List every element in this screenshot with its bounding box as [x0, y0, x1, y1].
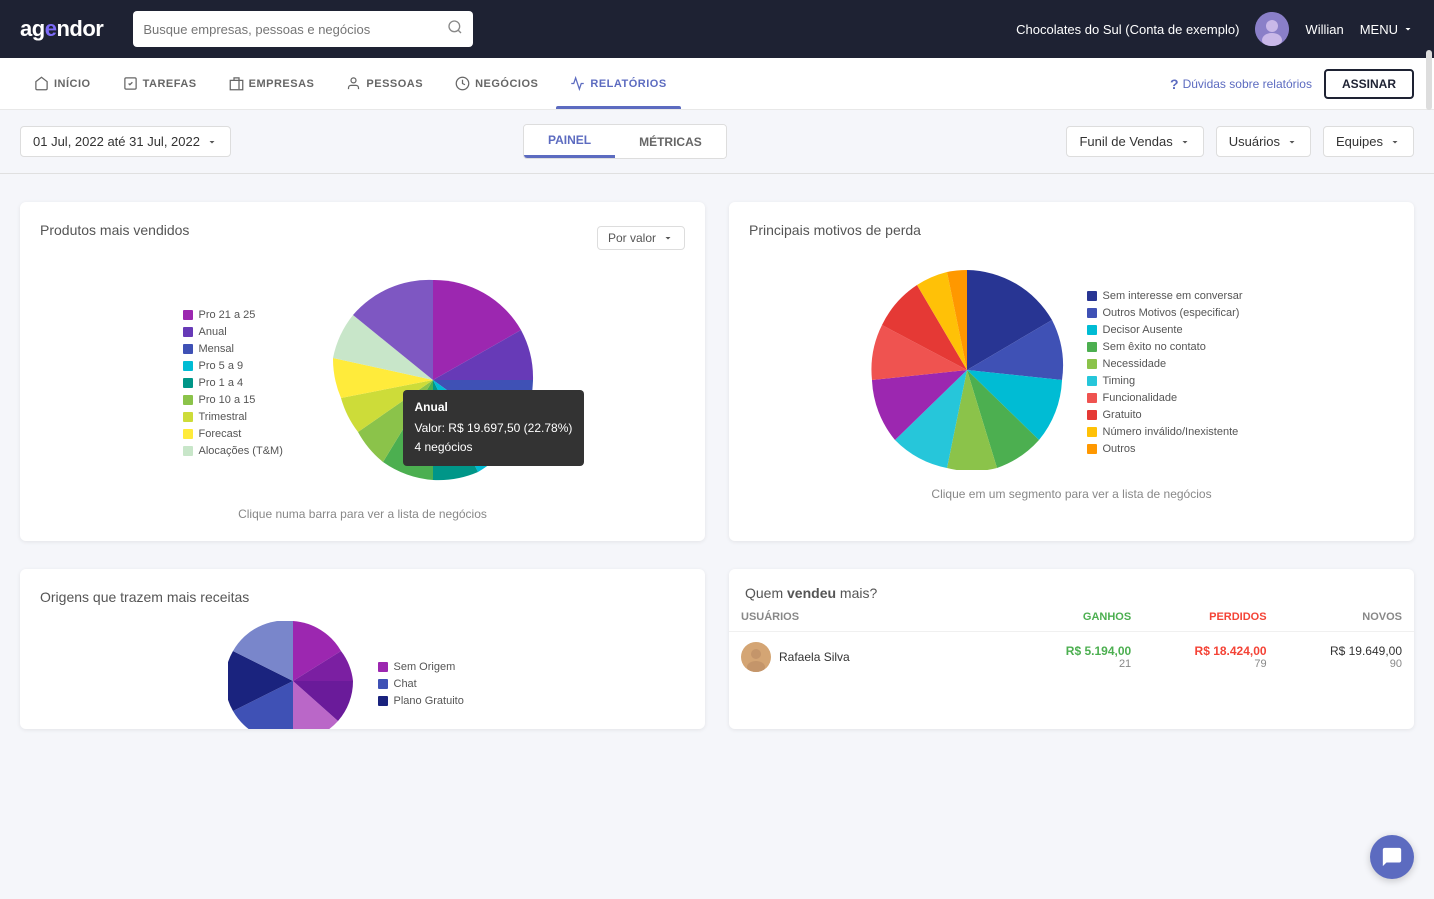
vendeu-title: Quem vendeu mais?	[745, 585, 877, 601]
menu-button[interactable]: MENU	[1360, 22, 1414, 37]
legend-item: Pro 1 a 4	[183, 377, 303, 389]
username: Willian	[1305, 22, 1343, 37]
help-link[interactable]: ? Dúvidas sobre relatórios	[1170, 76, 1312, 92]
usuarios-filter[interactable]: Usuários	[1216, 126, 1311, 157]
legend-dot	[183, 378, 193, 388]
sidebar-item-pessoas[interactable]: PESSOAS	[332, 58, 437, 109]
bottom-section: Origens que trazem mais receitas Sem Ori…	[0, 569, 1434, 757]
scrollbar[interactable]	[1426, 50, 1432, 110]
legend-item: Gratuito	[1087, 409, 1277, 421]
search-input[interactable]	[143, 22, 441, 37]
table-row: Rafaela Silva R$ 5.194,00 21 R$ 18.424,0…	[729, 631, 1414, 682]
assinar-button[interactable]: ASSINAR	[1324, 69, 1414, 99]
tab-metricas[interactable]: MÉTRICAS	[615, 125, 726, 158]
legend-item: Funcionalidade	[1087, 392, 1277, 404]
origens-card: Origens que trazem mais receitas Sem Ori…	[20, 569, 705, 729]
legend-item: Sem êxito no contato	[1087, 341, 1277, 353]
toolbar: 01 Jul, 2022 até 31 Jul, 2022 PAINEL MÉT…	[0, 110, 1434, 174]
motivos-hint: Clique em um segmento para ver a lista d…	[749, 487, 1394, 501]
funil-filter[interactable]: Funil de Vendas	[1066, 126, 1203, 157]
produtos-title: Produtos mais vendidos	[40, 222, 189, 238]
legend-dot	[183, 429, 193, 439]
legend-item: Plano Gratuito	[378, 695, 498, 707]
motivos-title: Principais motivos de perda	[749, 222, 921, 238]
pie-tooltip: Anual Valor: R$ 19.697,50 (22.78%) 4 neg…	[403, 390, 585, 466]
equipes-filter[interactable]: Equipes	[1323, 126, 1414, 157]
origens-pie-container: Sem Origem Chat Plano Gratuito	[40, 621, 685, 729]
legend-item: Sem Origem	[378, 661, 498, 673]
header: agendor Chocolates do Sul (Conta de exem…	[0, 0, 1434, 58]
origens-pie-chart[interactable]	[228, 621, 358, 729]
motivos-pie-chart[interactable]	[867, 270, 1067, 475]
motivos-legend: Sem interesse em conversar Outros Motivo…	[1087, 290, 1277, 455]
header-right: Chocolates do Sul (Conta de exemplo) Wil…	[1016, 12, 1414, 46]
avatar	[1255, 12, 1289, 46]
main-content: Produtos mais vendidos Por valor Pro 21 …	[0, 174, 1434, 569]
legend-dot	[183, 412, 193, 422]
account-name: Chocolates do Sul (Conta de exemplo)	[1016, 22, 1239, 37]
origens-title: Origens que trazem mais receitas	[40, 589, 685, 605]
tab-painel[interactable]: PAINEL	[524, 125, 615, 158]
produtos-card-header: Produtos mais vendidos Por valor	[40, 222, 685, 254]
legend-item: Chat	[378, 678, 498, 690]
legend-dot	[183, 361, 193, 371]
date-picker[interactable]: 01 Jul, 2022 até 31 Jul, 2022	[20, 126, 231, 157]
origens-legend: Sem Origem Chat Plano Gratuito	[378, 661, 498, 707]
legend-item: Necessidade	[1087, 358, 1277, 370]
legend-dot	[183, 327, 193, 337]
legend-item: Mensal	[183, 343, 303, 355]
legend-item: Número inválido/Inexistente	[1087, 426, 1277, 438]
sidebar-item-inicio[interactable]: INÍCIO	[20, 58, 105, 109]
tab-group: PAINEL MÉTRICAS	[523, 124, 727, 159]
search-icon	[447, 19, 463, 40]
legend-dot	[183, 310, 193, 320]
motivos-card-header: Principais motivos de perda	[749, 222, 1394, 254]
nav: INÍCIO TAREFAS EMPRESAS PESSOAS NEGÓCIOS…	[0, 58, 1434, 110]
sort-dropdown[interactable]: Por valor	[597, 226, 685, 250]
legend-item: Pro 5 a 9	[183, 360, 303, 372]
sidebar-item-tarefas[interactable]: TAREFAS	[109, 58, 211, 109]
sidebar-item-negocios[interactable]: NEGÓCIOS	[441, 58, 552, 109]
legend-dot	[183, 395, 193, 405]
legend-dot	[183, 344, 193, 354]
search-bar[interactable]	[133, 11, 473, 47]
produtos-pie-container: Pro 21 a 25 Anual Mensal Pro 5 a 9 Pro 1…	[40, 270, 685, 495]
vendeu-card: Quem vendeu mais? USUÁRIOS GANHOS PERDID…	[729, 569, 1414, 729]
legend-item: Sem interesse em conversar	[1087, 290, 1277, 302]
motivos-pie-container: Sem interesse em conversar Outros Motivo…	[749, 270, 1394, 475]
user-info: Rafaela Silva	[779, 650, 850, 664]
produtos-hint: Clique numa barra para ver a lista de ne…	[40, 507, 685, 521]
produtos-pie-chart[interactable]: Anual Valor: R$ 19.697,50 (22.78%) 4 neg…	[323, 270, 543, 495]
legend-dot	[183, 446, 193, 456]
user-avatar	[741, 642, 771, 672]
chat-button[interactable]	[1370, 835, 1414, 879]
legend-item: Trimestral	[183, 411, 303, 423]
produtos-legend: Pro 21 a 25 Anual Mensal Pro 5 a 9 Pro 1…	[183, 309, 303, 457]
legend-item: Decisor Ausente	[1087, 324, 1277, 336]
sidebar-item-relatorios[interactable]: RELATÓRIOS	[556, 58, 680, 109]
table-header: USUÁRIOS GANHOS PERDIDOS NOVOS	[729, 603, 1414, 631]
legend-item: Pro 10 a 15	[183, 394, 303, 406]
legend-item: Pro 21 a 25	[183, 309, 303, 321]
legend-item: Alocações (T&M)	[183, 445, 303, 457]
legend-item: Forecast	[183, 428, 303, 440]
logo: agendor	[20, 16, 103, 42]
legend-item: Outros Motivos (especificar)	[1087, 307, 1277, 319]
motivos-card: Principais motivos de perda	[729, 202, 1414, 541]
sidebar-item-empresas[interactable]: EMPRESAS	[215, 58, 329, 109]
nav-right: ? Dúvidas sobre relatórios ASSINAR	[1170, 69, 1414, 99]
produtos-card: Produtos mais vendidos Por valor Pro 21 …	[20, 202, 705, 541]
legend-item: Timing	[1087, 375, 1277, 387]
legend-item: Anual	[183, 326, 303, 338]
legend-item: Outros	[1087, 443, 1277, 455]
